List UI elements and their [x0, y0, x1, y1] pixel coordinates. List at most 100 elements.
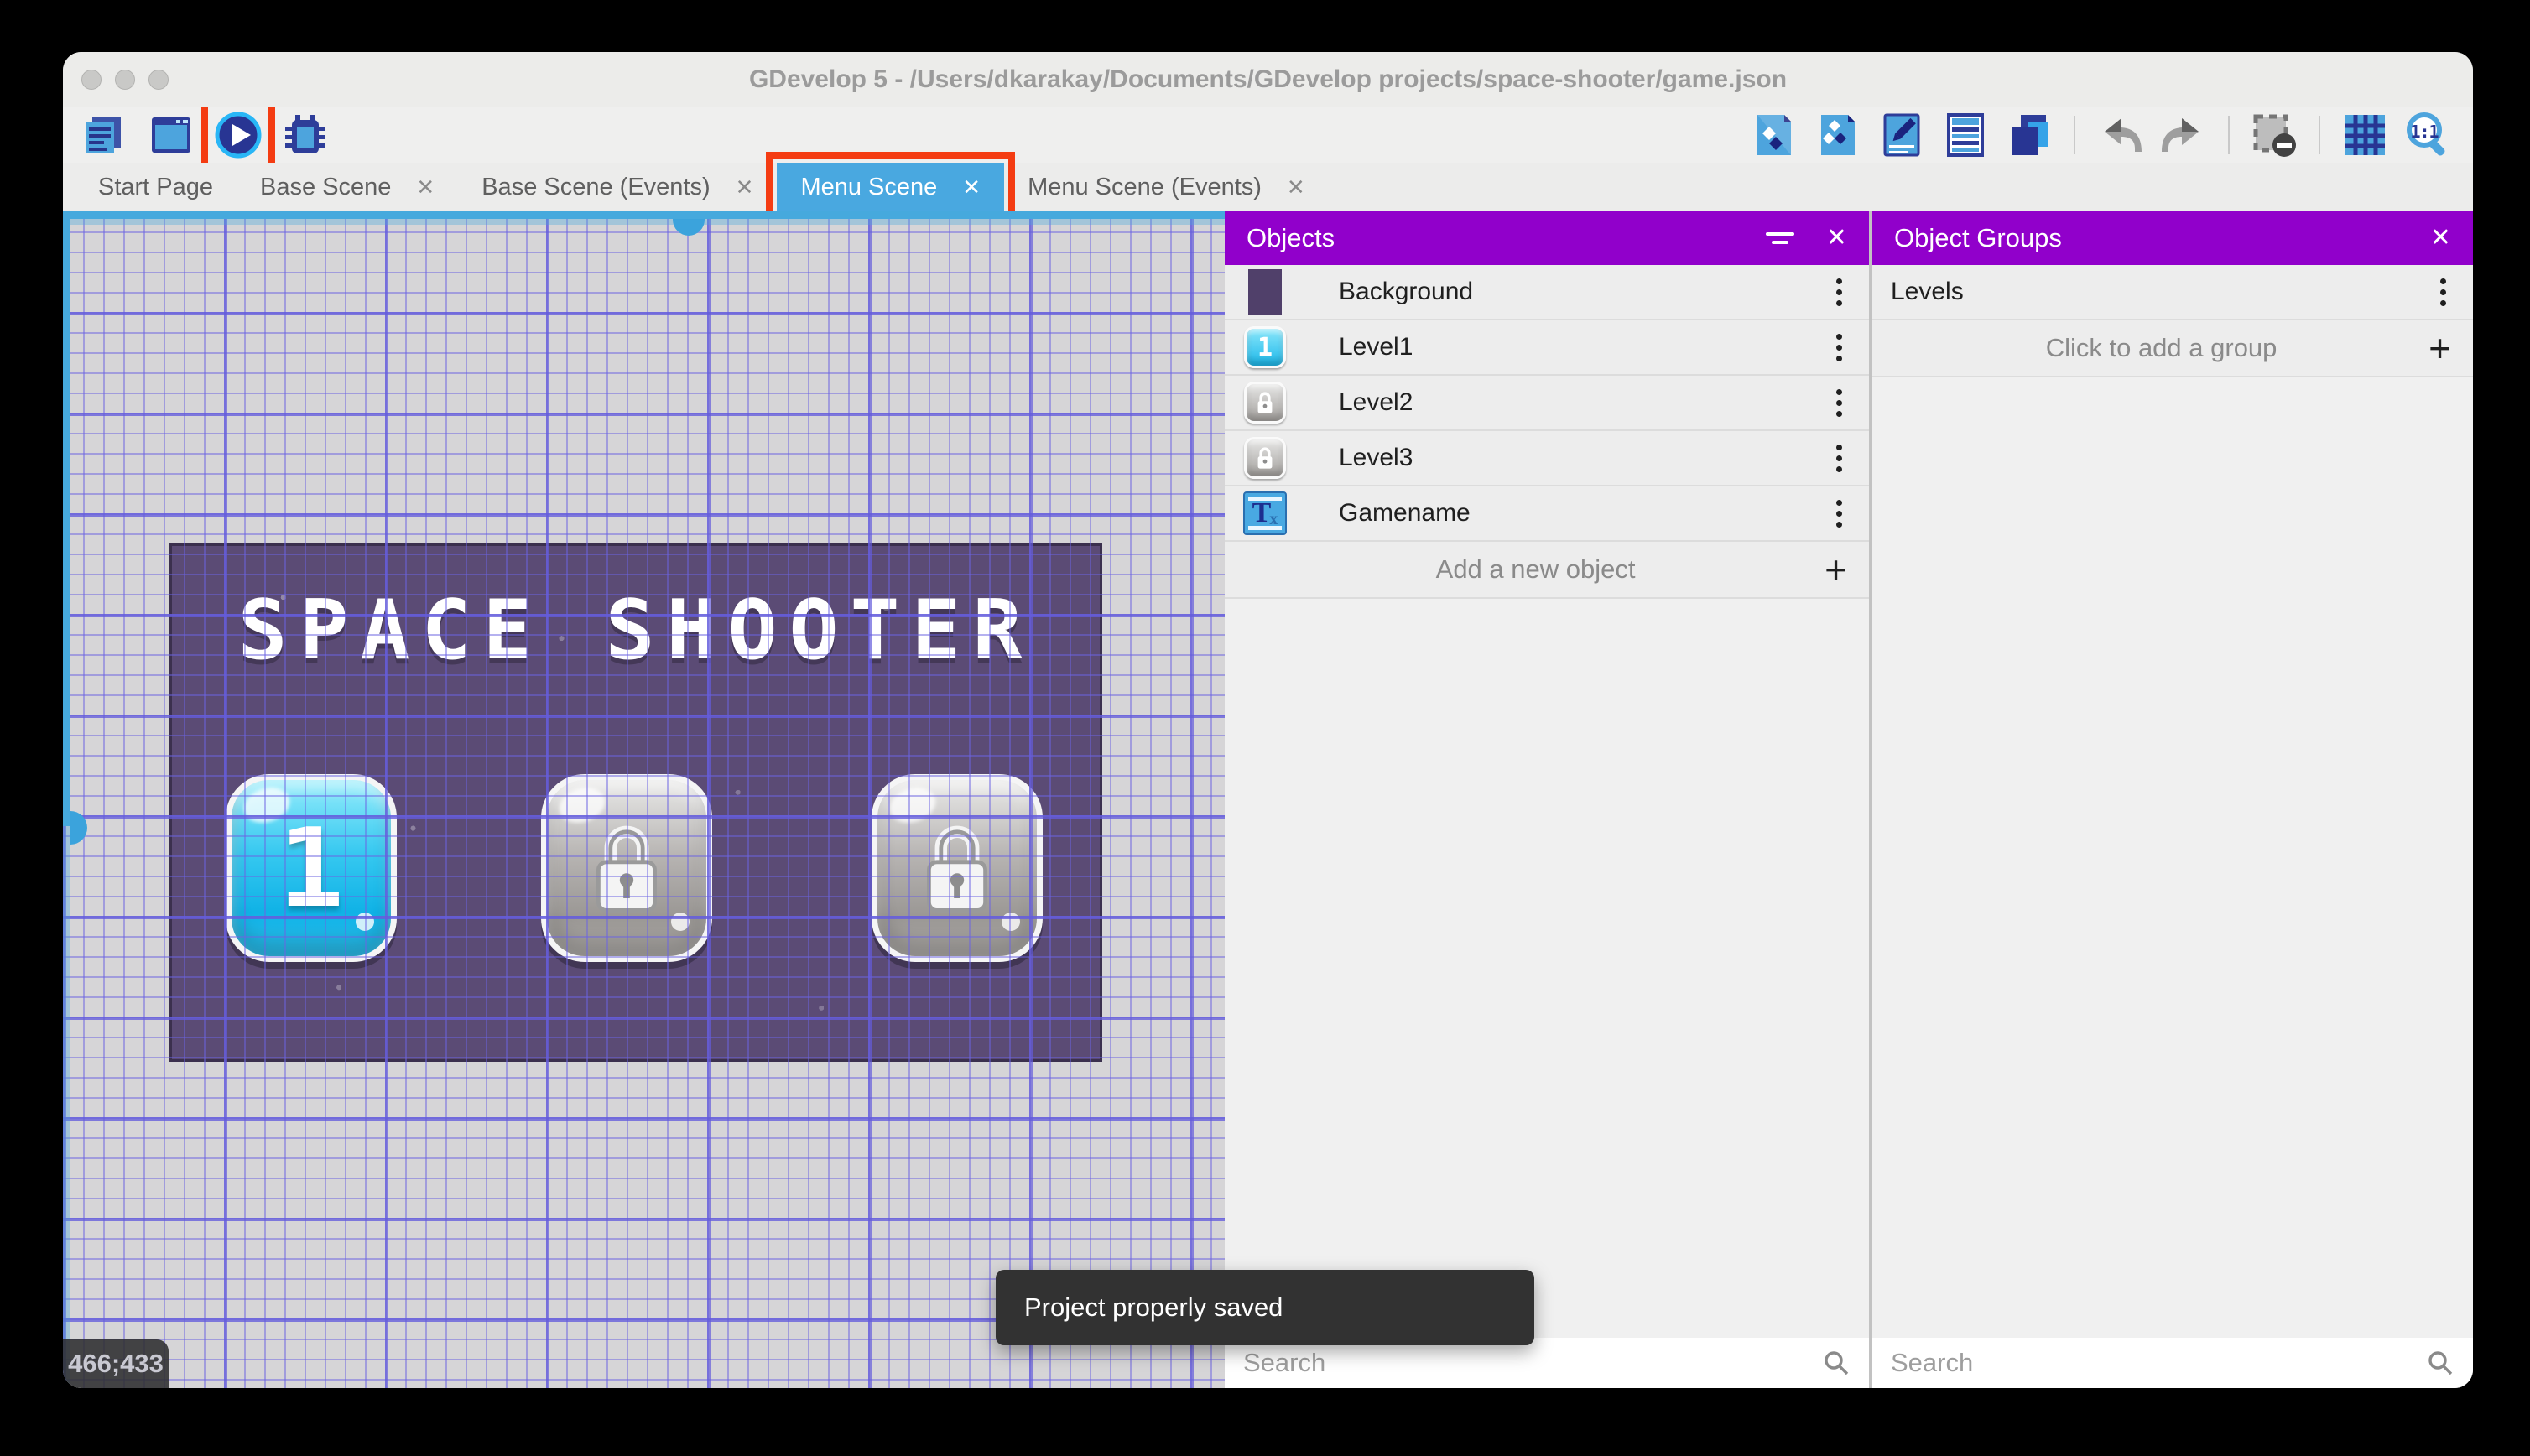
- lock-icon: [927, 825, 987, 913]
- undo-icon: [2105, 118, 2142, 152]
- object-row-level1[interactable]: 1 Level1: [1225, 320, 1869, 376]
- deselect-instances-icon: [2253, 114, 2296, 157]
- tab-base-scene[interactable]: Base Scene ✕: [237, 163, 458, 211]
- open-instances-list-button[interactable]: [1939, 109, 1991, 161]
- add-new-object-row[interactable]: Add a new object +: [1225, 542, 1869, 599]
- undo-button[interactable]: [2094, 109, 2146, 161]
- close-icon[interactable]: ✕: [2430, 226, 2451, 251]
- add-group-row[interactable]: Click to add a group +: [1872, 320, 2473, 377]
- vertical-scrollbar-thumb[interactable]: [70, 811, 87, 845]
- kebab-menu-icon[interactable]: [1831, 384, 1847, 422]
- tab-start-page[interactable]: Start Page: [75, 163, 237, 211]
- object-groups-search-input[interactable]: [1891, 1348, 2426, 1378]
- tab-bar: Start Page Base Scene ✕ Base Scene (Even…: [63, 152, 2473, 222]
- kebab-menu-icon[interactable]: [1831, 495, 1847, 533]
- content-area: SPACE SHOOTER 1 466;433 Objects ✕ Backgr…: [63, 211, 2473, 1388]
- toolbar: 1:1: [63, 98, 2473, 172]
- toolbar-left-group: [63, 98, 331, 172]
- level-1-button-instance[interactable]: 1: [226, 774, 397, 962]
- zoom-window-button[interactable]: [148, 69, 169, 90]
- tab-close-icon[interactable]: ✕: [1287, 174, 1305, 200]
- zoom-1-1-icon: 1:1: [2404, 111, 2453, 159]
- tab-menu-scene-events[interactable]: Menu Scene (Events) ✕: [1004, 163, 1329, 211]
- title-bar: GDevelop 5 - /Users/dkarakay/Documents/G…: [63, 52, 2473, 107]
- group-name: Levels: [1891, 278, 1964, 305]
- level-2-button-instance[interactable]: [541, 774, 712, 962]
- vertical-scrollbar[interactable]: [63, 211, 70, 1388]
- plus-icon[interactable]: +: [1825, 550, 1847, 589]
- text-icon-T: T: [1252, 497, 1272, 528]
- close-window-button[interactable]: [81, 69, 102, 90]
- kebab-menu-icon[interactable]: [1831, 329, 1847, 367]
- open-object-groups-panel-button[interactable]: [1812, 109, 1864, 161]
- object-row-level2[interactable]: Level2: [1225, 376, 1869, 431]
- objects-panel-empty-area: [1225, 599, 1869, 1338]
- zoom-reset-button[interactable]: 1:1: [2402, 109, 2455, 161]
- kebab-menu-icon[interactable]: [1831, 439, 1847, 477]
- properties-panel-icon: [1883, 113, 1920, 157]
- text-object-thumbnail: T x: [1243, 491, 1287, 535]
- object-row-background[interactable]: Background: [1225, 265, 1869, 320]
- lock-icon: [1257, 447, 1273, 469]
- object-row-level3[interactable]: Level3: [1225, 431, 1869, 486]
- redo-icon: [2162, 118, 2199, 152]
- search-icon[interactable]: [1822, 1349, 1851, 1377]
- scene-editor-canvas[interactable]: SPACE SHOOTER 1 466;433: [63, 211, 1225, 1388]
- cursor-coordinates-badge: 466;433: [63, 1339, 169, 1388]
- project-manager-button[interactable]: [78, 109, 130, 161]
- object-groups-search-bar: [1872, 1338, 2473, 1388]
- minimize-window-button[interactable]: [115, 69, 135, 90]
- object-name: Level2: [1339, 388, 1413, 416]
- game-title-instance[interactable]: SPACE SHOOTER: [172, 583, 1100, 679]
- play-preview-button[interactable]: [201, 98, 275, 172]
- tab-label: Menu Scene: [800, 173, 938, 200]
- locked-level-thumbnail: [1243, 381, 1287, 424]
- traffic-lights: [81, 69, 169, 90]
- project-manager-icon: [86, 117, 121, 153]
- layers-panel-icon: [2012, 115, 2048, 155]
- kebab-menu-icon[interactable]: [2435, 273, 2451, 311]
- scene-editor-button[interactable]: [145, 109, 197, 161]
- scene-background-instance[interactable]: SPACE SHOOTER 1: [169, 543, 1102, 1062]
- instances-list-icon: [1947, 113, 1984, 157]
- debugger-button[interactable]: [279, 109, 331, 161]
- search-icon[interactable]: [2426, 1349, 2455, 1377]
- plus-icon[interactable]: +: [2428, 329, 2451, 367]
- scene-window-icon: [152, 117, 190, 153]
- tab-menu-scene[interactable]: Menu Scene ✕: [766, 152, 1016, 222]
- horizontal-scrollbar-thumb[interactable]: [673, 219, 705, 236]
- tab-close-icon[interactable]: ✕: [736, 174, 754, 200]
- horizontal-scrollbar[interactable]: [63, 211, 1225, 225]
- filter-icon[interactable]: [1762, 229, 1798, 247]
- object-groups-panel-header: Object Groups ✕: [1872, 211, 2473, 265]
- tab-label: Base Scene: [260, 173, 392, 200]
- object-name: Background: [1339, 278, 1474, 305]
- tab-close-icon[interactable]: ✕: [962, 174, 981, 200]
- level-3-button-instance[interactable]: [872, 774, 1043, 962]
- deselect-instances-button[interactable]: [2248, 109, 2300, 161]
- tab-label: Base Scene (Events): [482, 173, 711, 200]
- toolbar-right-group: 1:1: [1748, 109, 2473, 161]
- object-name: Level3: [1339, 444, 1413, 471]
- open-layers-panel-button[interactable]: [2003, 109, 2055, 161]
- kebab-menu-icon[interactable]: [1831, 273, 1847, 311]
- object-groups-empty-area: [1872, 377, 2473, 1338]
- open-objects-panel-button[interactable]: [1748, 109, 1800, 161]
- object-row-gamename[interactable]: T x Gamename: [1225, 486, 1869, 542]
- object-name: Gamename: [1339, 499, 1471, 527]
- open-properties-panel-button[interactable]: [1876, 109, 1928, 161]
- gdevelop-window: GDevelop 5 - /Users/dkarakay/Documents/G…: [63, 52, 2473, 1388]
- group-row-levels[interactable]: Levels: [1872, 265, 2473, 320]
- object-name: Level1: [1339, 333, 1413, 361]
- tab-label: Start Page: [98, 173, 214, 200]
- object-groups-panel-icon: [1821, 115, 1855, 155]
- toast-notification: Project properly saved: [996, 1270, 1534, 1345]
- tab-close-icon[interactable]: ✕: [416, 174, 435, 200]
- toggle-grid-button[interactable]: [2339, 109, 2391, 161]
- tab-base-scene-events[interactable]: Base Scene (Events) ✕: [458, 163, 777, 211]
- toolbar-separator: [2074, 116, 2075, 154]
- close-icon[interactable]: ✕: [1826, 226, 1847, 251]
- locked-level-thumbnail: [1243, 436, 1287, 480]
- objects-search-input[interactable]: [1243, 1348, 1822, 1378]
- redo-button[interactable]: [2158, 109, 2210, 161]
